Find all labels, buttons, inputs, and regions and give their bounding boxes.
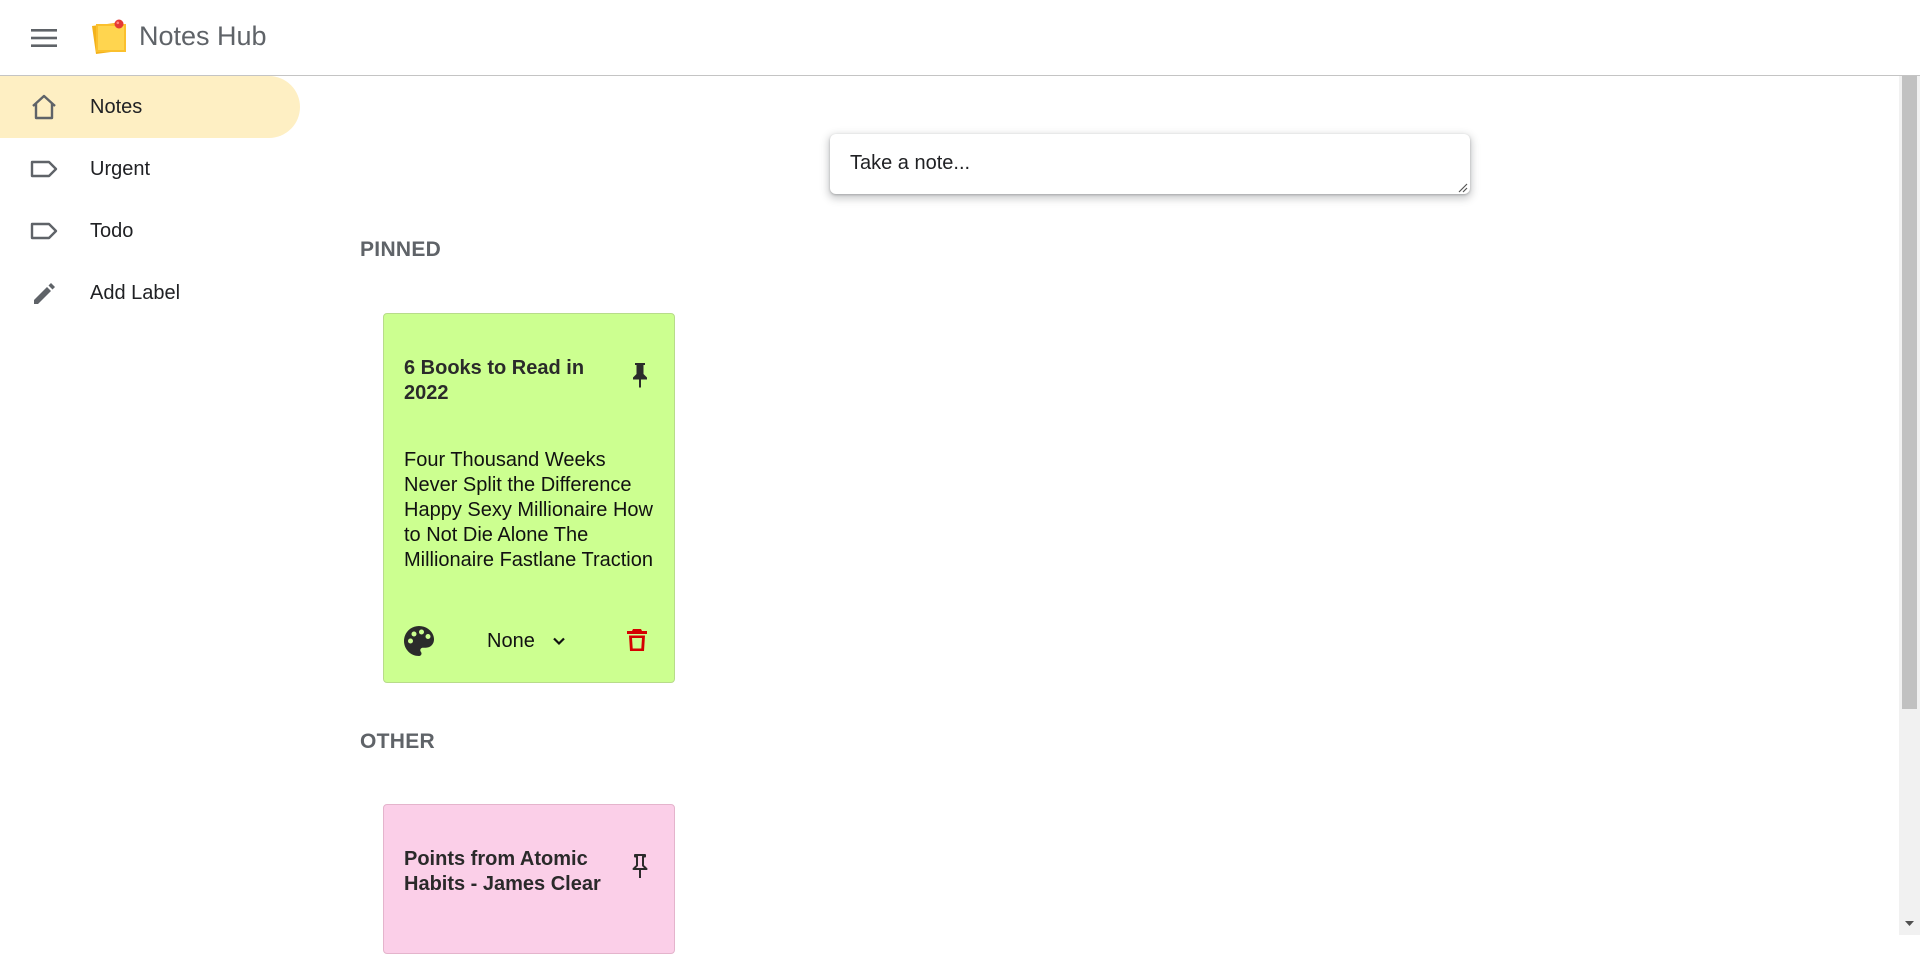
app-header: Notes Hub: [0, 0, 1920, 76]
delete-icon[interactable]: [622, 624, 652, 656]
hamburger-menu-icon[interactable]: [26, 20, 62, 56]
note-body: Four Thousand Weeks Never Split the Diff…: [404, 449, 653, 571]
note-title: Points from Atomic Habits - James Clear: [404, 848, 601, 895]
pin-filled-icon[interactable]: [626, 360, 654, 390]
scroll-down-arrow-icon[interactable]: [1903, 918, 1916, 930]
sidebar-item-add-label[interactable]: Add Label: [0, 262, 300, 324]
sidebar-item-label: Add Label: [90, 282, 181, 304]
note-footer: None: [384, 624, 676, 660]
sidebar-item-label: Todo: [90, 220, 134, 242]
resize-grip-icon[interactable]: [1456, 181, 1468, 193]
vertical-scrollbar[interactable]: [1899, 76, 1920, 935]
sidebar-item-label: Urgent: [90, 158, 151, 180]
sidebar-item-todo[interactable]: Todo: [0, 200, 300, 262]
section-title-other: OTHER: [360, 730, 435, 753]
label-icon: [28, 153, 60, 185]
app-title: Notes Hub: [139, 21, 267, 51]
chevron-down-icon: [553, 637, 565, 646]
section-title-pinned: PINNED: [360, 238, 442, 261]
palette-icon[interactable]: [402, 624, 436, 658]
take-note-input[interactable]: [830, 134, 1470, 194]
note-card[interactable]: 6 Books to Read in 2022 Four Thousand We…: [383, 313, 675, 683]
note-title: 6 Books to Read in 2022: [404, 357, 585, 404]
pencil-icon: [28, 277, 60, 309]
label-select[interactable]: None: [484, 626, 594, 656]
note-card[interactable]: Points from Atomic Habits - James Clear: [383, 804, 675, 954]
label-icon: [28, 215, 60, 247]
label-select-value: None: [487, 629, 535, 652]
notes-logo-icon[interactable]: [88, 16, 132, 56]
sidebar-item-urgent[interactable]: Urgent: [0, 138, 300, 200]
sidebar: Notes Urgent Todo Add Label: [0, 76, 300, 935]
home-icon: [28, 91, 60, 123]
sidebar-item-notes[interactable]: Notes: [0, 76, 300, 138]
sidebar-item-label: Notes: [90, 96, 143, 118]
scrollbar-thumb[interactable]: [1902, 76, 1917, 709]
pin-outline-icon[interactable]: [626, 851, 654, 881]
